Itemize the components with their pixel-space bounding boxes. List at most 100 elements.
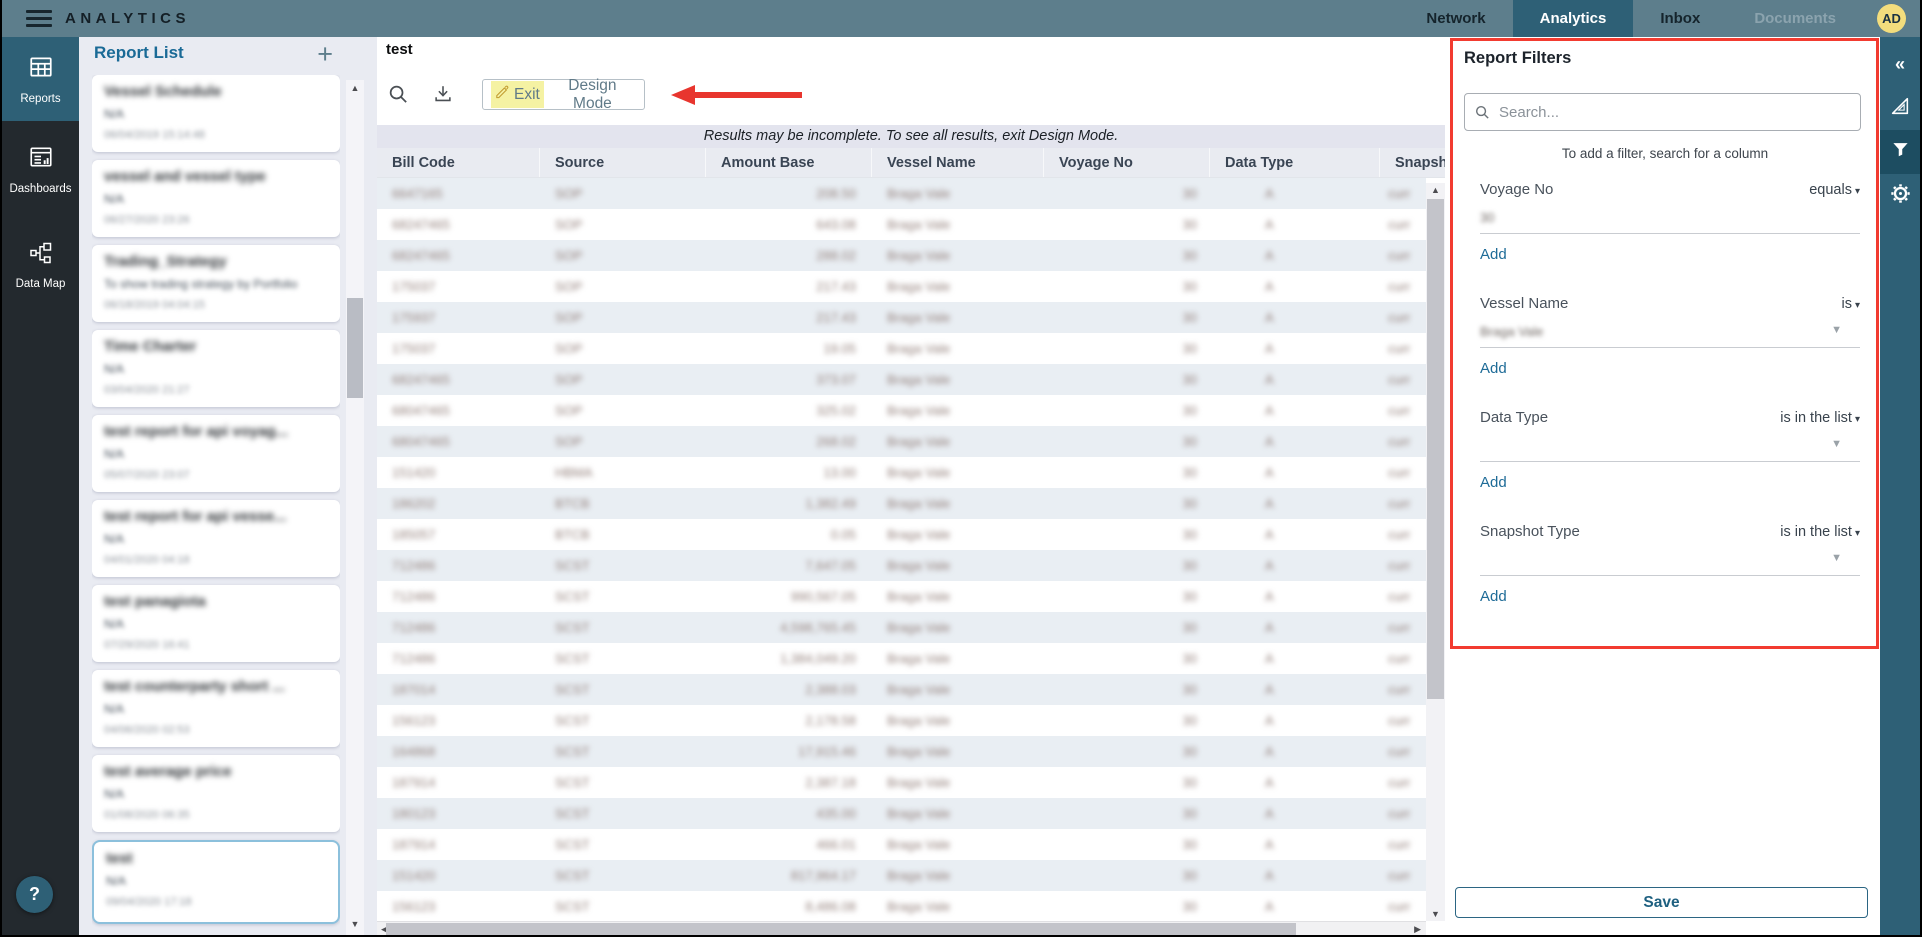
table-row[interactable]: 156123SCST2,178.58Braga Vale30Acurr bbox=[377, 705, 1426, 736]
report-card[interactable]: Time CharterN/A03/04/2020 21:27 bbox=[92, 330, 340, 407]
filter-chip[interactable]: xA bbox=[1480, 434, 1533, 456]
filter-add-link[interactable]: Add bbox=[1480, 360, 1507, 377]
report-card[interactable]: test average priceN/A01/08/2020 06:35 bbox=[92, 755, 340, 832]
scroll-up-icon[interactable]: ▲ bbox=[1426, 185, 1445, 195]
settings-button[interactable] bbox=[1880, 174, 1920, 218]
table-row[interactable]: 151420HBMA13.00Braga Vale30Acurr bbox=[377, 457, 1426, 488]
table-horizontal-scrollbar[interactable]: ◀ ▶ bbox=[377, 921, 1426, 936]
table-row[interactable]: 712486SCST990,567.05Braga Vale30Acurr bbox=[377, 581, 1426, 612]
chip-remove-icon[interactable]: x bbox=[1480, 438, 1502, 452]
table-row[interactable]: 180123SCST435.00Braga Vale30Acurr bbox=[377, 798, 1426, 829]
table-row[interactable]: 187914SCST466.01Braga Vale30Acurr bbox=[377, 829, 1426, 860]
filter-add-link[interactable]: Add bbox=[1480, 246, 1507, 263]
column-header[interactable]: Data Type bbox=[1210, 148, 1380, 178]
table-row[interactable]: 712486SCST1,384,049.20Braga Vale30Acurr bbox=[377, 643, 1426, 674]
column-header[interactable]: Snapshot Type bbox=[1380, 148, 1445, 178]
filter-value[interactable]: Braga Vale bbox=[1480, 324, 1543, 339]
table-row[interactable]: 164868SCST17,915.46Braga Vale30Acurr bbox=[377, 736, 1426, 767]
table-row[interactable]: 68247465SOP373.07Braga Vale30Acurr bbox=[377, 364, 1426, 395]
filters-tool-button[interactable] bbox=[1880, 130, 1920, 174]
sidebar-item-data-map[interactable]: Data Map bbox=[2, 225, 79, 305]
chevron-down-icon[interactable]: ▼ bbox=[1831, 438, 1842, 450]
filter-value[interactable]: 30 bbox=[1480, 210, 1494, 225]
exit-design-mode-button[interactable]: Exit Design Mode bbox=[482, 79, 645, 110]
tab-inbox[interactable]: Inbox bbox=[1633, 0, 1727, 37]
column-header[interactable]: Vessel Name bbox=[872, 148, 1044, 178]
table-row[interactable]: 151420SCST817,964.17Braga Vale30Acurr bbox=[377, 860, 1426, 891]
chip-remove-icon[interactable]: x bbox=[1480, 552, 1502, 566]
table-cell: Braga Vale bbox=[872, 829, 1044, 860]
scrollbar-thumb[interactable] bbox=[347, 298, 363, 398]
table-row[interactable]: 68047465SOP268.02Braga Vale30Acurr bbox=[377, 426, 1426, 457]
sidebar-item-dashboards[interactable]: Dashboards bbox=[2, 129, 79, 209]
column-header[interactable]: Source bbox=[540, 148, 706, 178]
report-list-scrollbar[interactable]: ▲ ▼ bbox=[346, 80, 364, 935]
table-row[interactable]: 175937SOP217.43Braga Vale30Acurr bbox=[377, 302, 1426, 333]
tab-network[interactable]: Network bbox=[1399, 0, 1512, 37]
table-row[interactable]: 712486SCST4,598,765.45Braga Vale30Acurr bbox=[377, 612, 1426, 643]
report-card[interactable]: vessel and vessel typeN/A06/27/2020 23:2… bbox=[92, 160, 340, 237]
table-row[interactable]: 187914SCST2,387.18Braga Vale30Acurr bbox=[377, 767, 1426, 798]
table-row[interactable]: 712486SCST7,647.05Braga Vale30Acurr bbox=[377, 550, 1426, 581]
filter-add-link[interactable]: Add bbox=[1480, 474, 1507, 491]
table-row[interactable]: 186202BTCB1,382.49Braga Vale30Acurr bbox=[377, 488, 1426, 519]
filter-operator-dropdown[interactable]: is▾ bbox=[1841, 296, 1860, 312]
table-cell: curr bbox=[1380, 736, 1426, 767]
table-row[interactable]: 156123SCST8,486.08Braga Vale30Acurr bbox=[377, 891, 1426, 921]
filter-search-input[interactable] bbox=[1464, 93, 1861, 131]
scroll-up-icon[interactable]: ▲ bbox=[346, 83, 364, 93]
help-button[interactable]: ? bbox=[16, 876, 53, 913]
report-card-subtitle: N/A bbox=[104, 787, 328, 801]
scroll-down-icon[interactable]: ▼ bbox=[346, 919, 364, 929]
report-card[interactable]: test report for api voyag...N/A05/07/202… bbox=[92, 415, 340, 492]
table-row[interactable]: 68047465SOP325.02Braga Vale30Acurr bbox=[377, 395, 1426, 426]
scrollbar-thumb[interactable] bbox=[386, 923, 1296, 936]
table-row[interactable]: 6647165SOP208.50Braga Vale30Acurr bbox=[377, 178, 1426, 209]
save-button[interactable]: Save bbox=[1455, 887, 1868, 918]
table-row[interactable]: 68247465SOP643.08Braga Vale30Acurr bbox=[377, 209, 1426, 240]
table-cell: 68047465 bbox=[377, 395, 540, 426]
report-card[interactable]: Vessel ScheduleN/A06/04/2019 15:14:48 bbox=[92, 75, 340, 152]
report-card[interactable]: test counterparty short ...N/A04/06/2020… bbox=[92, 670, 340, 747]
column-header[interactable]: Bill Code bbox=[377, 148, 540, 178]
filter-underline bbox=[1480, 347, 1860, 348]
filter-chip[interactable]: xcurrent bbox=[1480, 548, 1564, 570]
chevron-down-icon[interactable]: ▼ bbox=[1831, 324, 1842, 336]
filter-value-row: xcurrent ▼ bbox=[1480, 547, 1860, 571]
tab-documents[interactable]: Documents bbox=[1727, 0, 1863, 37]
scroll-right-icon[interactable]: ▶ bbox=[1414, 922, 1421, 937]
hamburger-menu-icon[interactable] bbox=[26, 10, 52, 27]
table-cell: 186202 bbox=[377, 488, 540, 519]
search-icon[interactable] bbox=[387, 83, 410, 111]
table-row[interactable]: 185057BTCB0.05Braga Vale30Acurr bbox=[377, 519, 1426, 550]
table-row[interactable]: 68247465SOP288.02Braga Vale30Acurr bbox=[377, 240, 1426, 271]
filter-operator-dropdown[interactable]: is in the list▾ bbox=[1780, 524, 1860, 540]
filter-add-link[interactable]: Add bbox=[1480, 588, 1507, 605]
report-card[interactable]: test panagiotaN/A07/29/2020 16:41 bbox=[92, 585, 340, 662]
filter-operator-dropdown[interactable]: is in the list▾ bbox=[1780, 410, 1860, 426]
report-card[interactable]: test report for api vesse...N/A04/01/202… bbox=[92, 500, 340, 577]
collapse-panel-button[interactable]: « bbox=[1880, 42, 1920, 86]
download-icon[interactable] bbox=[432, 83, 454, 110]
chevron-down-icon[interactable]: ▼ bbox=[1831, 552, 1842, 564]
table-vertical-scrollbar[interactable]: ▲ ▼ bbox=[1426, 183, 1445, 921]
filter-operator-dropdown[interactable]: equals▾ bbox=[1809, 182, 1860, 198]
table-row[interactable]: 175037SOP19.05Braga Vale30Acurr bbox=[377, 333, 1426, 364]
column-header[interactable]: Voyage No bbox=[1044, 148, 1210, 178]
table-row[interactable]: 175037SOP217.43Braga Vale30Acurr bbox=[377, 271, 1426, 302]
tab-analytics[interactable]: Analytics bbox=[1513, 0, 1634, 37]
report-card[interactable]: testN/A09/04/2020 17:18 bbox=[92, 840, 340, 924]
ruler-tool-button[interactable] bbox=[1880, 86, 1920, 130]
sidebar-item-reports[interactable]: Reports bbox=[2, 37, 79, 121]
table-row[interactable]: 187014SCST2,388.03Braga Vale30Acurr bbox=[377, 674, 1426, 705]
table-cell: 30 bbox=[1044, 674, 1210, 705]
table-cell: A bbox=[1210, 457, 1380, 488]
column-header[interactable]: Amount Base bbox=[706, 148, 872, 178]
report-card[interactable]: Trading_StrategyTo show trading strategy… bbox=[92, 245, 340, 322]
table-cell: 187014 bbox=[377, 674, 540, 705]
add-report-button[interactable]: + bbox=[317, 37, 333, 71]
scroll-down-icon[interactable]: ▼ bbox=[1426, 909, 1445, 919]
scrollbar-thumb[interactable] bbox=[1427, 199, 1444, 699]
avatar[interactable]: AD bbox=[1877, 4, 1906, 33]
table-cell: SOP bbox=[540, 395, 706, 426]
